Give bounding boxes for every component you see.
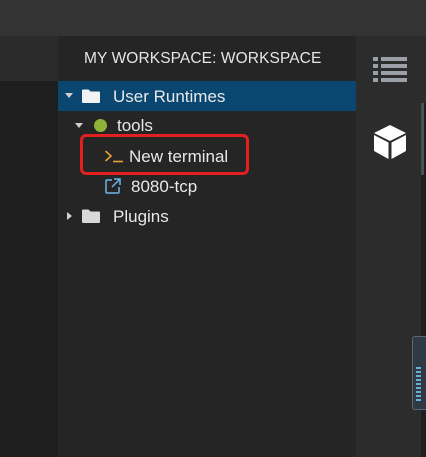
collapse-chevron-icon[interactable] (75, 123, 83, 128)
expand-chevron-icon[interactable] (67, 212, 72, 220)
tree-item-label: User Runtimes (113, 87, 226, 106)
tree-item-plugins[interactable]: Plugins (58, 201, 356, 231)
workspace-window: MY WORKSPACE: WORKSPACE User Runtimes to… (0, 0, 426, 457)
running-status-icon (94, 119, 107, 132)
tree-item-label: Plugins (113, 207, 169, 226)
tree-item-port[interactable]: 8080-tcp (58, 171, 356, 201)
tree-item-user-runtimes[interactable]: User Runtimes (58, 81, 356, 111)
panel-title: MY WORKSPACE: WORKSPACE (84, 50, 322, 67)
external-link-icon (104, 177, 122, 200)
folder-icon (81, 88, 101, 109)
folder-icon (81, 208, 101, 229)
minimap-handle[interactable] (412, 336, 426, 410)
list-icon[interactable] (372, 55, 408, 88)
top-bar (0, 0, 426, 36)
tree-item-label: 8080-tcp (131, 177, 198, 196)
editor-header (0, 36, 58, 81)
highlight-box (80, 134, 249, 175)
tree-item-label: tools (117, 116, 153, 135)
active-view-indicator (421, 103, 424, 175)
cube-icon[interactable] (370, 122, 410, 167)
collapse-chevron-icon[interactable] (65, 93, 73, 98)
minimap-indicator (416, 367, 421, 403)
editor-area (0, 36, 58, 457)
